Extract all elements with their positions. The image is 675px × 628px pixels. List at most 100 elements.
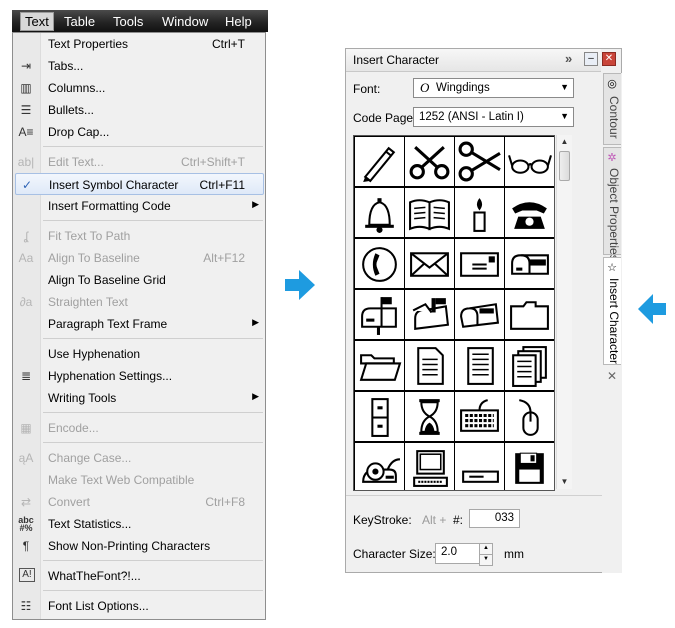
document-glyph-icon[interactable]: [405, 341, 454, 390]
spin-down-icon[interactable]: ▼: [479, 555, 493, 566]
whatthefont-icon: A!: [19, 568, 35, 582]
menu-item-change-case[interactable]: ąA Change Case...: [13, 447, 265, 469]
menu-window[interactable]: Window: [158, 13, 212, 30]
contour-icon: ◎: [607, 78, 617, 90]
candle-glyph-icon[interactable]: [455, 188, 504, 237]
scroll-up-icon[interactable]: ▲: [557, 135, 572, 149]
mouse-glyph-icon[interactable]: [505, 392, 554, 441]
keystroke-value: 033: [494, 512, 514, 524]
character-grid[interactable]: [353, 135, 555, 491]
spin-up-icon[interactable]: ▲: [479, 543, 493, 555]
keyboard-glyph-icon[interactable]: [455, 392, 504, 441]
menu-item-edit-text[interactable]: ab| Edit Text... Ctrl+Shift+T: [13, 151, 265, 173]
menu-item-fit-text-to-path[interactable]: ʆ Fit Text To Path: [13, 225, 265, 247]
menu-item-hyphenation-settings[interactable]: ≣ Hyphenation Settings...: [13, 365, 265, 387]
menu-item-insert-formatting-code[interactable]: Insert Formatting Code ▶: [13, 195, 265, 217]
character-grid-scrollbar[interactable]: ▲ ▼: [556, 135, 572, 489]
chevron-down-icon: ▼: [560, 82, 569, 92]
documents-stack-glyph-icon[interactable]: [505, 341, 554, 390]
menu-item-insert-symbol-character[interactable]: ✓ Insert Symbol Character Ctrl+F11: [15, 173, 264, 195]
menu-item-drop-cap[interactable]: A≡ Drop Cap...: [13, 121, 265, 143]
menu-item-label: Use Hyphenation: [48, 347, 141, 361]
pencil-glyph-icon[interactable]: [355, 137, 404, 186]
submenu-arrow-icon: ▶: [252, 199, 259, 209]
folder-open-glyph-icon[interactable]: [355, 341, 404, 390]
menu-item-font-list-options[interactable]: ☷ Font List Options...: [13, 595, 265, 617]
menu-item-label: WhatTheFont?!...: [48, 569, 141, 583]
menu-item-bullets[interactable]: ☰ Bullets...: [13, 99, 265, 121]
font-combo[interactable]: O Wingdings ▼: [413, 78, 574, 98]
menu-tools[interactable]: Tools: [109, 13, 147, 30]
computer-glyph-icon[interactable]: [405, 443, 454, 490]
menu-item-convert[interactable]: ⇄ Convert Ctrl+F8: [13, 491, 265, 513]
menu-item-text-properties[interactable]: Text Properties Ctrl+T: [13, 33, 265, 55]
menu-bar: Text Table Tools Window Help: [12, 10, 268, 32]
menu-text[interactable]: Text: [20, 12, 54, 31]
tab-object-properties[interactable]: ✲ Object Properties: [603, 147, 621, 261]
tab-insert-character[interactable]: ☆ Insert Character: [603, 257, 621, 365]
menu-separator: [43, 220, 263, 221]
divider: [346, 495, 602, 496]
menu-item-make-text-web-compatible[interactable]: Make Text Web Compatible: [13, 469, 265, 491]
mailbox-closed-glyph-icon[interactable]: [455, 290, 504, 339]
file-cabinet-glyph-icon[interactable]: [355, 392, 404, 441]
menu-item-show-non-printing-characters[interactable]: ¶ Show Non-Printing Characters: [13, 535, 265, 557]
scissors-open-glyph-icon[interactable]: [455, 137, 504, 186]
object-properties-icon: ✲: [607, 152, 617, 164]
menu-item-label: Encode...: [48, 421, 99, 435]
menu-item-writing-tools[interactable]: Writing Tools ▶: [13, 387, 265, 409]
menu-item-encode[interactable]: ▦ Encode...: [13, 417, 265, 439]
character-size-label: Character Size:: [353, 547, 436, 561]
drive-glyph-icon[interactable]: [455, 443, 504, 490]
character-size-stepper[interactable]: ▲ ▼: [479, 543, 493, 566]
book-glyph-icon[interactable]: [405, 188, 454, 237]
letter-glyph-icon[interactable]: [455, 239, 504, 288]
menu-item-columns[interactable]: ▥ Columns...: [13, 77, 265, 99]
telephone-glyph-icon[interactable]: [505, 188, 554, 237]
columns-icon: ▥: [20, 81, 32, 95]
menu-help[interactable]: Help: [221, 13, 256, 30]
tab-label: Insert Character: [607, 278, 621, 365]
envelope-glyph-icon[interactable]: [405, 239, 454, 288]
code-page-combo[interactable]: 1252 (ANSI - Latin I) ▼: [413, 107, 574, 127]
hourglass-glyph-icon[interactable]: [405, 392, 454, 441]
menu-item-text-statistics[interactable]: abc #% Text Statistics...: [13, 513, 265, 535]
scissors-glyph-icon[interactable]: [405, 137, 454, 186]
floppy-disk-glyph-icon[interactable]: [505, 443, 554, 490]
menu-table[interactable]: Table: [60, 13, 99, 30]
menu-item-tabs[interactable]: ⇥ Tabs...: [13, 55, 265, 77]
document-lines-glyph-icon[interactable]: [455, 341, 504, 390]
left-arrow-icon: [638, 294, 666, 324]
chevron-down-icon: ▼: [560, 111, 569, 121]
character-size-unit: mm: [504, 547, 524, 561]
glasses-glyph-icon[interactable]: [505, 137, 554, 186]
scroll-thumb[interactable]: [559, 151, 570, 181]
keystroke-prefix: Alt +: [422, 513, 447, 527]
folder-glyph-icon[interactable]: [505, 290, 554, 339]
submenu-arrow-icon: ▶: [252, 317, 259, 327]
bell-glyph-icon[interactable]: [355, 188, 404, 237]
character-size-input[interactable]: 2.0: [435, 543, 482, 564]
mailbox-open-glyph-icon[interactable]: [405, 290, 454, 339]
scroll-down-icon[interactable]: ▼: [557, 475, 572, 489]
menu-item-straighten-text[interactable]: ∂a Straighten Text: [13, 291, 265, 313]
menu-item-label: Align To Baseline Grid: [48, 273, 166, 287]
text-menu-dropdown: Text Properties Ctrl+T ⇥ Tabs... ▥ Colum…: [12, 32, 266, 620]
close-tab-icon[interactable]: ✕: [607, 369, 617, 383]
menu-item-align-to-baseline[interactable]: Aa Align To Baseline Alt+F12: [13, 247, 265, 269]
minimize-button[interactable]: –: [584, 52, 598, 66]
close-button[interactable]: ✕: [602, 52, 616, 66]
keystroke-input[interactable]: 033: [469, 509, 520, 528]
phone-handset-glyph-icon[interactable]: [355, 239, 404, 288]
menu-item-use-hyphenation[interactable]: Use Hyphenation: [13, 343, 265, 365]
mailbox-flag-glyph-icon[interactable]: [355, 290, 404, 339]
menu-item-label: Tabs...: [48, 59, 84, 73]
menu-item-whatthefont[interactable]: A! WhatTheFont?!...: [13, 565, 265, 587]
right-arrow-icon: [285, 270, 315, 300]
expand-chevron-icon[interactable]: »: [565, 51, 572, 66]
tab-contour[interactable]: ◎ Contour: [603, 73, 621, 145]
menu-item-paragraph-text-frame[interactable]: Paragraph Text Frame ▶: [13, 313, 265, 335]
menu-item-align-to-baseline-grid[interactable]: Align To Baseline Grid: [13, 269, 265, 291]
mailbox-glyph-icon[interactable]: [505, 239, 554, 288]
trackball-glyph-icon[interactable]: [355, 443, 404, 490]
